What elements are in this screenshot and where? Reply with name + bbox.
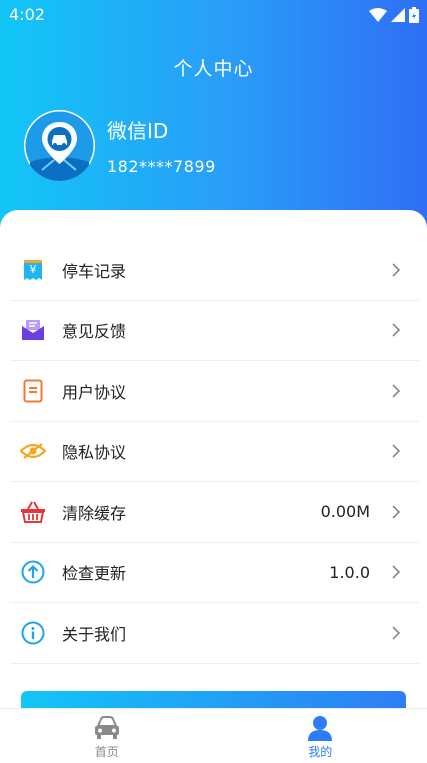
menu-item-privacy-agreement[interactable]: 隐私协议: [10, 422, 419, 482]
version-value: 1.0.0: [329, 562, 370, 582]
bottom-tab-bar: 首页 我的: [0, 708, 427, 763]
info-icon: [20, 620, 46, 646]
menu-item-parking-records[interactable]: ¥ 停车记录: [10, 240, 419, 301]
username: 微信ID: [107, 119, 169, 143]
chevron-right-icon: [392, 565, 401, 579]
svg-text:¥: ¥: [30, 263, 37, 276]
chevron-right-icon: [392, 444, 401, 458]
menu-item-user-agreement[interactable]: 用户协议: [10, 361, 419, 422]
parking-receipt-icon: ¥: [20, 257, 46, 283]
menu-item-feedback[interactable]: 意见反馈: [10, 301, 419, 361]
upload-arrow-icon: [20, 559, 46, 585]
chevron-right-icon: [392, 263, 401, 277]
menu-item-label: 关于我们: [62, 624, 127, 644]
menu-item-label: 清除缓存: [62, 503, 127, 523]
tab-label: 首页: [94, 745, 119, 759]
feedback-mail-icon: [20, 317, 46, 343]
menu-list: ¥ 停车记录 意见反馈 用户协议 隐私协议 清除缓存 0.00M 检查更新 1.…: [10, 240, 419, 664]
basket-icon: [20, 499, 46, 525]
menu-item-label: 隐私协议: [62, 443, 127, 463]
menu-item-clear-cache[interactable]: 清除缓存 0.00M: [10, 482, 419, 543]
menu-item-label: 停车记录: [62, 261, 127, 281]
car-icon: [93, 715, 121, 741]
wifi-icon: [369, 8, 387, 22]
menu-item-label: 用户协议: [62, 382, 127, 402]
menu-item-label: 检查更新: [62, 564, 127, 584]
chevron-right-icon: [392, 384, 401, 398]
tab-label: 我的: [308, 745, 333, 759]
status-bar: 4:02: [0, 0, 427, 30]
tab-mine[interactable]: 我的: [214, 709, 427, 763]
avatar[interactable]: [24, 110, 95, 181]
document-icon: [20, 378, 46, 404]
menu-card: ¥ 停车记录 意见反馈 用户协议 隐私协议 清除缓存 0.00M 检查更新 1.…: [0, 210, 427, 710]
status-icons: [369, 5, 419, 25]
user-icon: [306, 715, 334, 741]
menu-item-label: 意见反馈: [62, 322, 127, 342]
status-time: 4:02: [9, 5, 45, 24]
parking-location-icon: [25, 111, 94, 181]
eye-hidden-icon: [20, 438, 46, 464]
phone-number: 182****7899: [107, 157, 216, 176]
chevron-right-icon: [392, 323, 401, 337]
battery-icon: [409, 7, 419, 23]
signal-icon: [391, 8, 405, 22]
tab-home[interactable]: 首页: [0, 709, 214, 763]
menu-item-check-update[interactable]: 检查更新 1.0.0: [10, 543, 419, 603]
chevron-right-icon: [392, 626, 401, 640]
cache-size-value: 0.00M: [320, 502, 370, 522]
menu-item-about-us[interactable]: 关于我们: [10, 603, 419, 664]
page-title: 个人中心: [173, 58, 254, 80]
profile-header: 4:02 个人中心 微信ID 182****7899: [0, 0, 427, 240]
chevron-right-icon: [392, 505, 401, 519]
